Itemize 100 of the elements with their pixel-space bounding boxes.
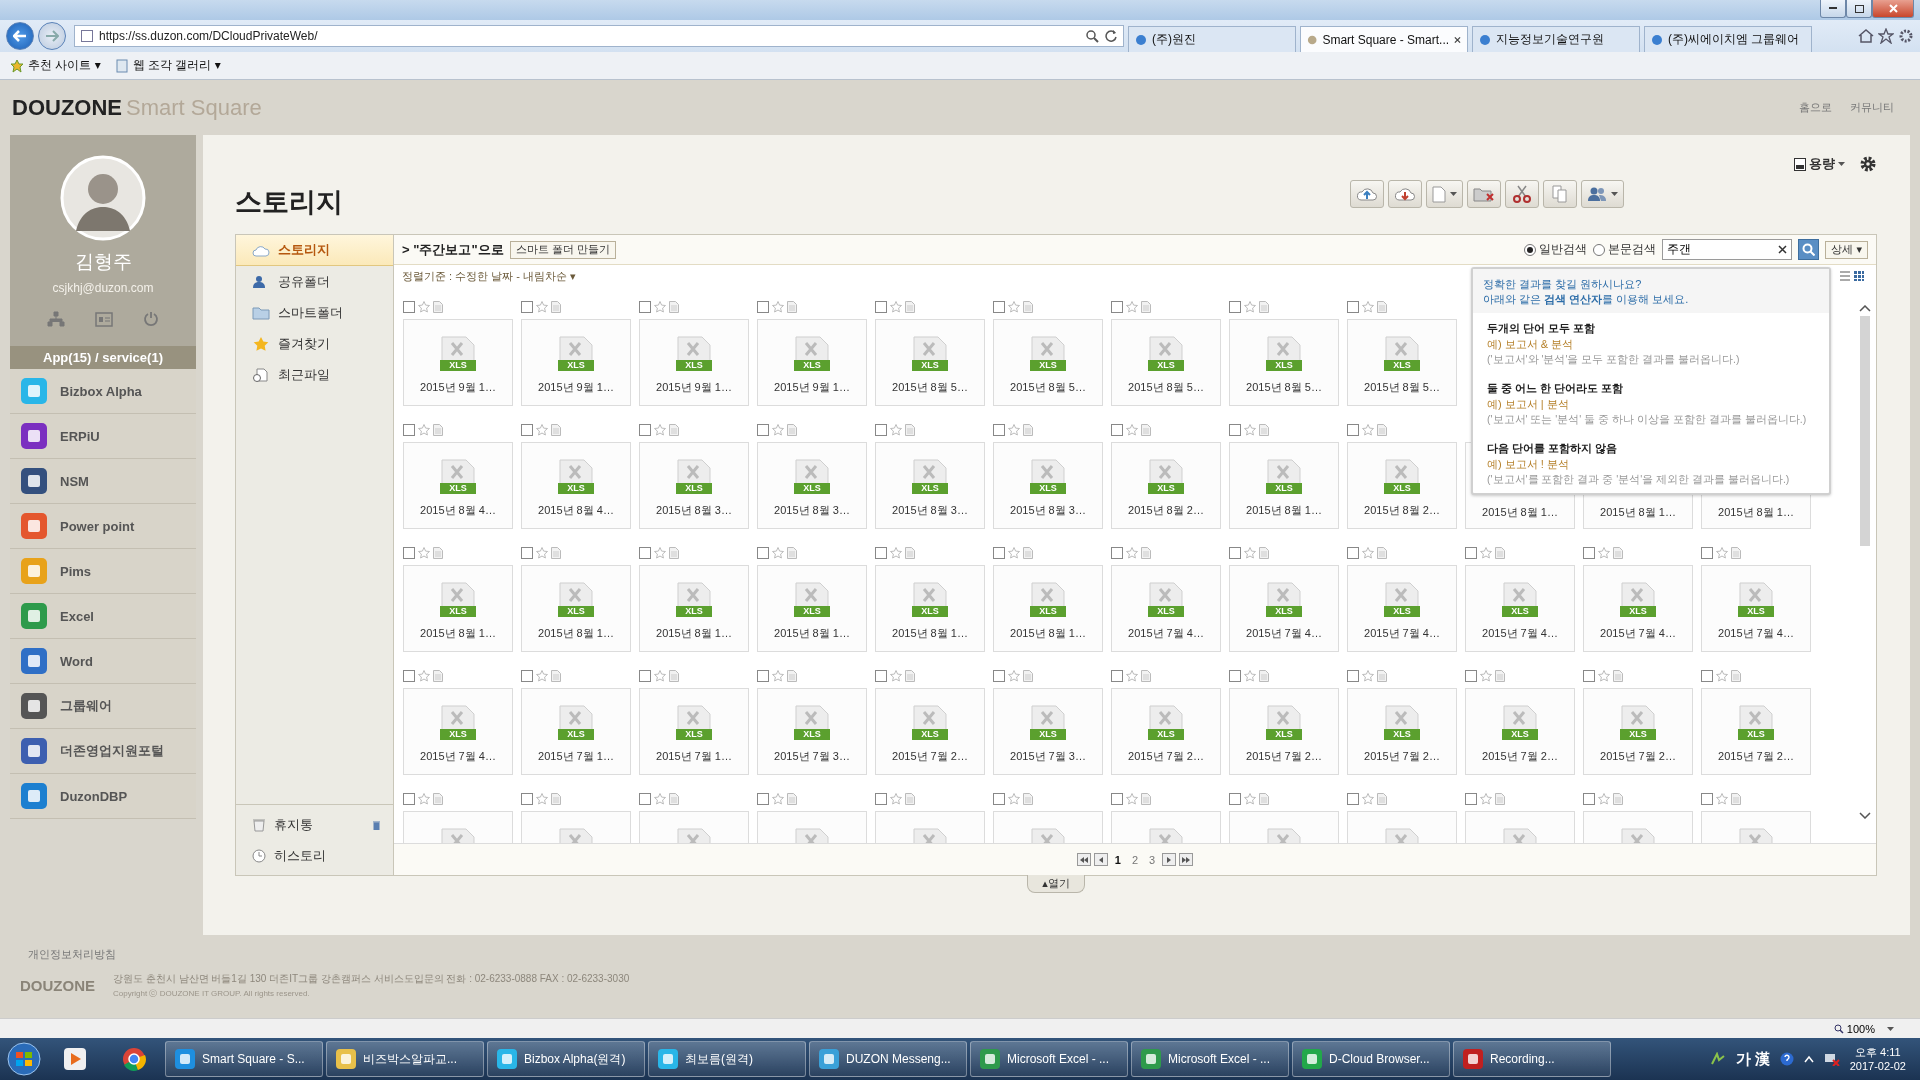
file-type-badge: XLS (1620, 606, 1656, 617)
file-name: 2015년 7월 3… (774, 749, 850, 764)
file-name: 2015년 8월 3… (1010, 503, 1086, 518)
file-name: 2015년 7월 2… (1482, 749, 1558, 764)
file-type-badge: XLS (558, 483, 594, 494)
file-type-badge: XLS (1030, 360, 1066, 371)
file-type-badge: XLS (1266, 606, 1302, 617)
file-type-badge: XLS (1030, 483, 1066, 494)
file-name: 2015년 8월 1… (656, 626, 732, 641)
file-type-badge: XLS (1384, 360, 1420, 371)
file-type-badge: XLS (1502, 729, 1538, 740)
file-name: 2015년 7월 2… (1246, 749, 1322, 764)
file-type-badge: XLS (1620, 729, 1656, 740)
file-name: 2015년 8월 1… (538, 626, 614, 641)
file-type-badge: XLS (440, 360, 476, 371)
file-name: 2015년 8월 1… (892, 626, 968, 641)
file-name: 2015년 7월 1… (538, 749, 614, 764)
operator-title: 두개의 단어 모두 포함 (1487, 321, 1597, 336)
file-type-badge: XLS (676, 483, 712, 494)
file-type-badge: XLS (558, 360, 594, 371)
app-count: App(15) / service(1) (10, 346, 196, 369)
file-name: 2015년 7월 2… (892, 749, 968, 764)
file-type-badge: XLS (912, 729, 948, 740)
operator-title: 둘 중 어느 한 단어라도 포함 (1487, 381, 1625, 396)
footer-address: 강원도 춘천시 남산면 버들1길 130 더존IT그룹 강촌캠퍼스 서비스도입문의 전화 : 02-6233-0888 FAX : 02-6233-3030 (113, 972, 630, 986)
file-name: 2015년 9월 1… (656, 380, 732, 395)
file-name: 2015년 7월 4… (1128, 626, 1204, 641)
file-name: 2015년 8월 3… (774, 503, 850, 518)
file-type-badge: XLS (1266, 729, 1302, 740)
operator-title: 다음 단어를 포함하지 않음 (1487, 441, 1619, 456)
file-type-badge: XLS (794, 483, 830, 494)
file-type-badge: XLS (1384, 483, 1420, 494)
file-type-badge: XLS (1502, 606, 1538, 617)
breadcrumb: > "주간보고"으로 (402, 240, 504, 259)
file-name: 2015년 8월 1… (1010, 626, 1086, 641)
file-name: 2015년 7월 2… (1364, 749, 1440, 764)
file-name: 2015년 7월 4… (1482, 626, 1558, 641)
file-name: 2015년 8월 5… (1010, 380, 1086, 395)
file-type-badge: XLS (676, 360, 712, 371)
file-name: 2015년 8월 3… (656, 503, 732, 518)
page-title: 스토리지 (235, 186, 343, 219)
file-name: 2015년 7월 2… (1600, 749, 1676, 764)
operator-description: ('보고서' 또는 '분석' 둘 중 하나 이상을 포함한 결과를 불러옵니다.) (1487, 413, 1808, 427)
file-name: 2015년 8월 1… (1600, 505, 1676, 520)
file-name: 2015년 9월 1… (774, 380, 850, 395)
file-name: 2015년 7월 4… (1718, 626, 1794, 641)
file-name: 2015년 8월 2… (1364, 503, 1440, 518)
operator-description: ('보고서'를 포함한 결과 중 '분석'을 제외한 결과를 불러옵니다.) (1487, 473, 1791, 487)
file-type-badge: XLS (1384, 606, 1420, 617)
file-name: 2015년 8월 5… (1246, 380, 1322, 395)
file-type-badge: XLS (912, 360, 948, 371)
file-type-badge: XLS (912, 606, 948, 617)
file-name: 2015년 8월 5… (1364, 380, 1440, 395)
file-name: 2015년 8월 5… (1128, 380, 1204, 395)
file-name: 2015년 8월 1… (1718, 505, 1794, 520)
user-email: csjkhj@duzon.com (52, 281, 154, 295)
file-type-badge: XLS (1384, 729, 1420, 740)
operator-example: 예) 보고서 & 분석 (1487, 337, 1575, 352)
file-type-badge: XLS (1738, 606, 1774, 617)
file-name: 2015년 8월 5… (892, 380, 968, 395)
file-name: 2015년 8월 4… (420, 503, 496, 518)
file-type-badge: XLS (440, 729, 476, 740)
clock: 오후 4:11 2017-02-02 (1849, 1045, 1906, 1073)
file-type-badge: XLS (558, 606, 594, 617)
file-name: 2015년 8월 3… (892, 503, 968, 518)
file-name: 2015년 8월 1… (1482, 505, 1558, 520)
logo-text: DOUZONE (12, 94, 122, 121)
file-type-badge: XLS (1738, 729, 1774, 740)
file-name: 2015년 7월 2… (1718, 749, 1794, 764)
file-name: 2015년 9월 1… (420, 380, 496, 395)
operator-example: 예) 보고서 | 분석 (1487, 397, 1570, 412)
file-type-badge: XLS (1148, 360, 1184, 371)
file-name: 2015년 7월 4… (1246, 626, 1322, 641)
file-name: 2015년 8월 1… (1246, 503, 1322, 518)
file-type-badge: XLS (1030, 729, 1066, 740)
file-name: 2015년 8월 1… (420, 626, 496, 641)
file-name: 2015년 7월 4… (1600, 626, 1676, 641)
file-type-badge: XLS (440, 483, 476, 494)
user-name: 김형주 (74, 250, 132, 274)
file-name: 2015년 7월 3… (1010, 749, 1086, 764)
file-name: 2015년 7월 4… (1364, 626, 1440, 641)
file-name: 2015년 7월 2… (1128, 749, 1204, 764)
file-type-badge: XLS (558, 729, 594, 740)
file-type-badge: XLS (794, 360, 830, 371)
file-name: 2015년 9월 1… (538, 380, 614, 395)
file-name: 2015년 8월 1… (774, 626, 850, 641)
copyright-text: Copyright ⓒ DOUZONE IT GROUP. All rights reserved. (113, 988, 311, 999)
file-name: 2015년 7월 1… (656, 749, 732, 764)
file-type-badge: XLS (1030, 606, 1066, 617)
file-type-badge: XLS (440, 606, 476, 617)
operator-example: 예) 보고서 ! 분석 (1487, 457, 1570, 472)
file-type-badge: XLS (676, 606, 712, 617)
operator-description: ('보고서'와 '분석'을 모두 포함한 결과를 불러옵니다.) (1487, 353, 1741, 367)
footer-logo: DOUZONE (20, 977, 95, 994)
file-type-badge: XLS (794, 729, 830, 740)
file-type-badge: XLS (1266, 483, 1302, 494)
help-text: 아래와 같은 검색 연산자를 이용해 보세요. (1483, 292, 1690, 307)
file-name: 2015년 8월 4… (538, 503, 614, 518)
file-name: 2015년 7월 4… (420, 749, 496, 764)
file-name: 2015년 8월 2… (1128, 503, 1204, 518)
